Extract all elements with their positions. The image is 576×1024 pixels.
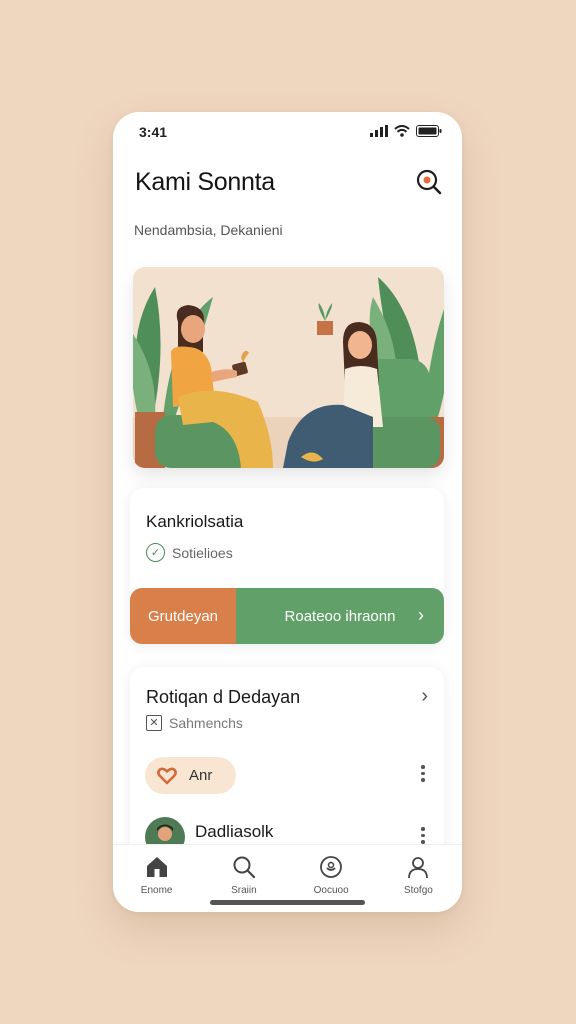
heart-icon: [157, 767, 177, 784]
search-icon: [233, 856, 255, 879]
session-card-title: Kankriolsatia: [146, 512, 244, 531]
status-time: 3:41: [139, 124, 168, 140]
more-options-icon[interactable]: [420, 765, 426, 782]
page-title: Kami Sonnta: [135, 168, 275, 196]
session-card[interactable]: Kankriolsatia ✓ Sotielioes Grutdeyan Roa…: [130, 488, 444, 644]
checkbox-x-icon: ✕: [146, 715, 162, 731]
smile-icon: [320, 856, 343, 878]
favorite-pill[interactable]: Anr: [145, 757, 236, 794]
session-secondary-button[interactable]: Grutdeyan: [130, 588, 236, 644]
status-bar: 3:41: [113, 112, 462, 152]
search-button[interactable]: [414, 167, 444, 197]
check-circle-icon: ✓: [146, 543, 165, 562]
status-icons: [370, 125, 442, 137]
home-icon: [146, 857, 167, 877]
chevron-right-icon: ›: [418, 605, 424, 625]
list-item-name: Dadliasolk: [195, 822, 274, 841]
nav-label-search: Sraiin: [231, 885, 257, 896]
nav-item-home[interactable]: Enome: [122, 845, 192, 912]
detail-card-meta-label: Sahmenchs: [169, 715, 243, 731]
session-primary-button[interactable]: Roateoo ihraonn ›: [236, 588, 444, 644]
search-icon: [416, 169, 442, 195]
signal-icon: [370, 125, 388, 137]
page-subtitle: Nendambsia, Dekanieni: [134, 222, 283, 238]
battery-icon: [416, 125, 442, 137]
phone-frame: 3:41 Kami Sonnta Nendambsia, Dekanieni K…: [113, 112, 462, 912]
session-card-meta-label: Sotielioes: [172, 544, 233, 561]
session-primary-label: Roateoo ihraonn: [284, 607, 396, 625]
nav-label-mood: Oocuoo: [313, 885, 349, 896]
nav-label-profile: Stofgo: [403, 885, 433, 896]
detail-card-meta: ✕ Sahmenchs: [146, 715, 243, 731]
detail-card-title: Rotiqan d Dedayan: [146, 687, 301, 707]
favorite-pill-label: Anr: [189, 767, 213, 784]
detail-card: Rotiqan d Dedayan › ✕ Sahmenchs Anr Dadl…: [130, 667, 444, 867]
profile-icon: [408, 857, 429, 879]
more-options-icon[interactable]: [420, 827, 426, 844]
nav-item-profile[interactable]: Stofgo: [383, 845, 453, 912]
session-card-meta: ✓ Sotielioes: [146, 543, 233, 562]
nav-label-home: Enome: [140, 885, 173, 896]
home-indicator: [210, 900, 365, 905]
session-action-bar: Grutdeyan Roateoo ihraonn ›: [130, 588, 444, 644]
hero-illustration: [133, 267, 444, 468]
chevron-right-icon[interactable]: ›: [421, 685, 428, 708]
wifi-icon: [394, 125, 410, 137]
